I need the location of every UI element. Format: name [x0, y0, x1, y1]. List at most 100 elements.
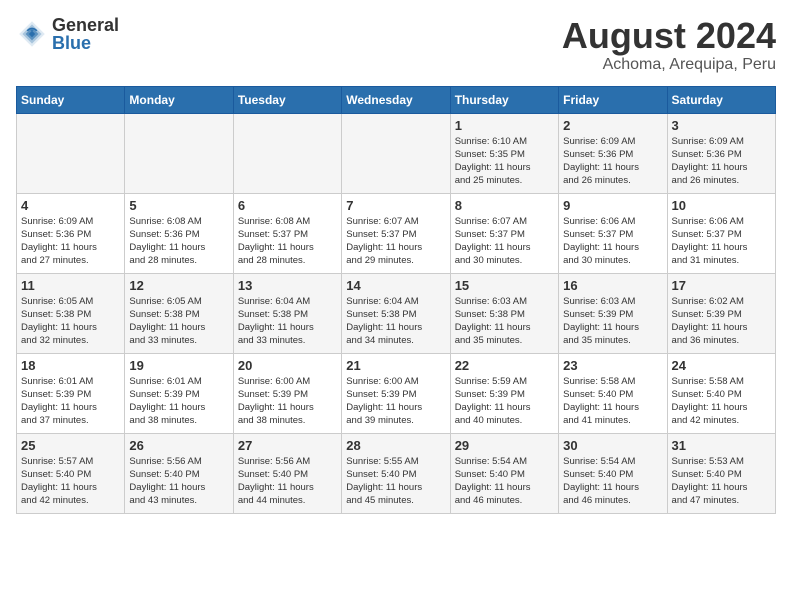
- day-info: Sunrise: 6:06 AMSunset: 5:37 PMDaylight:…: [563, 215, 662, 268]
- weekday-header-monday: Monday: [125, 86, 233, 113]
- calendar-cell: 3Sunrise: 6:09 AMSunset: 5:36 PMDaylight…: [667, 113, 775, 193]
- calendar-cell: 31 Sunrise: 5:53 AMSunset: 5:40 PMDayligh…: [667, 433, 775, 513]
- day-info: Sunrise: 5:56 AMSunset: 5:40 PMDaylight:…: [129, 455, 228, 508]
- day-info: Sunrise: 5:56 AMSunset: 5:40 PMDaylight:…: [238, 455, 337, 508]
- day-info: Sunrise: 6:05 AMSunset: 5:38 PMDaylight:…: [129, 295, 228, 348]
- day-number: 5: [129, 198, 228, 213]
- day-info: Sunrise: 6:04 AMSunset: 5:38 PMDaylight:…: [238, 295, 337, 348]
- day-number: 15: [455, 278, 554, 293]
- weekday-header-tuesday: Tuesday: [233, 86, 341, 113]
- calendar-cell: 12 Sunrise: 6:05 AMSunset: 5:38 PMDayligh…: [125, 273, 233, 353]
- calendar-cell: 9Sunrise: 6:06 AMSunset: 5:37 PMDaylight…: [559, 193, 667, 273]
- calendar-cell: 14Sunrise: 6:04 AMSunset: 5:38 PMDayligh…: [342, 273, 450, 353]
- day-number: 2: [563, 118, 662, 133]
- calendar-cell: 15 Sunrise: 6:03 AMSunset: 5:38 PMDayligh…: [450, 273, 558, 353]
- day-info: Sunrise: 6:03 AMSunset: 5:39 PMDaylight:…: [563, 295, 662, 348]
- calendar-cell: 20 Sunrise: 6:00 AMSunset: 5:39 PMDayligh…: [233, 353, 341, 433]
- logo-text: General Blue: [52, 16, 119, 52]
- weekday-header-friday: Friday: [559, 86, 667, 113]
- day-number: 28: [346, 438, 445, 453]
- calendar-cell: 2Sunrise: 6:09 AMSunset: 5:36 PMDaylight…: [559, 113, 667, 193]
- day-number: 6: [238, 198, 337, 213]
- day-number: 30: [563, 438, 662, 453]
- day-info: Sunrise: 5:54 AMSunset: 5:40 PMDaylight:…: [563, 455, 662, 508]
- calendar-cell: 5 Sunrise: 6:08 AMSunset: 5:36 PMDaylight…: [125, 193, 233, 273]
- day-number: 23: [563, 358, 662, 373]
- calendar-cell: [125, 113, 233, 193]
- day-info: Sunrise: 6:00 AMSunset: 5:39 PMDaylight:…: [238, 375, 337, 428]
- weekday-header-saturday: Saturday: [667, 86, 775, 113]
- calendar-week-row: 11Sunrise: 6:05 AMSunset: 5:38 PMDayligh…: [17, 273, 776, 353]
- calendar-cell: 21Sunrise: 6:00 AMSunset: 5:39 PMDayligh…: [342, 353, 450, 433]
- day-info: Sunrise: 6:00 AMSunset: 5:39 PMDaylight:…: [346, 375, 445, 428]
- day-number: 27: [238, 438, 337, 453]
- day-number: 26: [129, 438, 228, 453]
- day-number: 1: [455, 118, 554, 133]
- calendar-cell: 8Sunrise: 6:07 AMSunset: 5:37 PMDaylight…: [450, 193, 558, 273]
- calendar-cell: [233, 113, 341, 193]
- day-number: 12: [129, 278, 228, 293]
- day-number: 10: [672, 198, 771, 213]
- day-info: Sunrise: 5:58 AMSunset: 5:40 PMDaylight:…: [563, 375, 662, 428]
- day-info: Sunrise: 5:53 AMSunset: 5:40 PMDaylight:…: [672, 455, 771, 508]
- day-info: Sunrise: 6:03 AMSunset: 5:38 PMDaylight:…: [455, 295, 554, 348]
- day-number: 29: [455, 438, 554, 453]
- calendar-cell: 28 Sunrise: 5:55 AMSunset: 5:40 PMDayligh…: [342, 433, 450, 513]
- day-number: 19: [129, 358, 228, 373]
- day-number: 17: [672, 278, 771, 293]
- calendar-cell: [17, 113, 125, 193]
- calendar-cell: 13 Sunrise: 6:04 AMSunset: 5:38 PMDayligh…: [233, 273, 341, 353]
- day-number: 20: [238, 358, 337, 373]
- weekday-header-sunday: Sunday: [17, 86, 125, 113]
- calendar-cell: 10 Sunrise: 6:06 AMSunset: 5:37 PMDayligh…: [667, 193, 775, 273]
- day-info: Sunrise: 5:58 AMSunset: 5:40 PMDaylight:…: [672, 375, 771, 428]
- calendar-week-row: 25Sunrise: 5:57 AMSunset: 5:40 PMDayligh…: [17, 433, 776, 513]
- day-number: 25: [21, 438, 120, 453]
- calendar-table: SundayMondayTuesdayWednesdayThursdayFrid…: [16, 86, 776, 514]
- calendar-cell: 4 Sunrise: 6:09 AMSunset: 5:36 PMDaylight…: [17, 193, 125, 273]
- day-number: 4: [21, 198, 120, 213]
- day-info: Sunrise: 5:55 AMSunset: 5:40 PMDaylight:…: [346, 455, 445, 508]
- weekday-header-wednesday: Wednesday: [342, 86, 450, 113]
- day-info: Sunrise: 6:07 AMSunset: 5:37 PMDaylight:…: [346, 215, 445, 268]
- day-number: 31: [672, 438, 771, 453]
- day-info: Sunrise: 5:54 AMSunset: 5:40 PMDaylight:…: [455, 455, 554, 508]
- calendar-cell: 1 Sunrise: 6:10 AMSunset: 5:35 PMDaylight…: [450, 113, 558, 193]
- day-info: Sunrise: 6:01 AMSunset: 5:39 PMDaylight:…: [21, 375, 120, 428]
- calendar-cell: 29 Sunrise: 5:54 AMSunset: 5:40 PMDayligh…: [450, 433, 558, 513]
- day-info: Sunrise: 6:08 AMSunset: 5:37 PMDaylight:…: [238, 215, 337, 268]
- day-number: 7: [346, 198, 445, 213]
- logo-blue: Blue: [52, 34, 119, 52]
- day-info: Sunrise: 6:09 AMSunset: 5:36 PMDaylight:…: [672, 135, 771, 188]
- calendar-week-row: 1 Sunrise: 6:10 AMSunset: 5:35 PMDaylight…: [17, 113, 776, 193]
- calendar-cell: 11Sunrise: 6:05 AMSunset: 5:38 PMDayligh…: [17, 273, 125, 353]
- day-number: 13: [238, 278, 337, 293]
- weekday-header-row: SundayMondayTuesdayWednesdayThursdayFrid…: [17, 86, 776, 113]
- day-info: Sunrise: 6:07 AMSunset: 5:37 PMDaylight:…: [455, 215, 554, 268]
- day-info: Sunrise: 6:09 AMSunset: 5:36 PMDaylight:…: [21, 215, 120, 268]
- weekday-header-thursday: Thursday: [450, 86, 558, 113]
- calendar-cell: 19 Sunrise: 6:01 AMSunset: 5:39 PMDayligh…: [125, 353, 233, 433]
- calendar-cell: 25Sunrise: 5:57 AMSunset: 5:40 PMDayligh…: [17, 433, 125, 513]
- title-block: August 2024 Achoma, Arequipa, Peru: [562, 16, 776, 74]
- page-header: General Blue August 2024 Achoma, Arequip…: [16, 16, 776, 74]
- day-info: Sunrise: 6:08 AMSunset: 5:36 PMDaylight:…: [129, 215, 228, 268]
- calendar-cell: 30 Sunrise: 5:54 AMSunset: 5:40 PMDayligh…: [559, 433, 667, 513]
- day-info: Sunrise: 6:10 AMSunset: 5:35 PMDaylight:…: [455, 135, 554, 188]
- day-info: Sunrise: 6:02 AMSunset: 5:39 PMDaylight:…: [672, 295, 771, 348]
- calendar-cell: 7 Sunrise: 6:07 AMSunset: 5:37 PMDaylight…: [342, 193, 450, 273]
- page-subtitle: Achoma, Arequipa, Peru: [562, 56, 776, 74]
- calendar-cell: 18Sunrise: 6:01 AMSunset: 5:39 PMDayligh…: [17, 353, 125, 433]
- day-info: Sunrise: 6:05 AMSunset: 5:38 PMDaylight:…: [21, 295, 120, 348]
- logo: General Blue: [16, 16, 119, 52]
- calendar-cell: 26 Sunrise: 5:56 AMSunset: 5:40 PMDayligh…: [125, 433, 233, 513]
- calendar-cell: 24Sunrise: 5:58 AMSunset: 5:40 PMDayligh…: [667, 353, 775, 433]
- day-info: Sunrise: 6:06 AMSunset: 5:37 PMDaylight:…: [672, 215, 771, 268]
- calendar-week-row: 18Sunrise: 6:01 AMSunset: 5:39 PMDayligh…: [17, 353, 776, 433]
- logo-icon: [16, 18, 48, 50]
- calendar-cell: 22Sunrise: 5:59 AMSunset: 5:39 PMDayligh…: [450, 353, 558, 433]
- day-info: Sunrise: 6:01 AMSunset: 5:39 PMDaylight:…: [129, 375, 228, 428]
- logo-general: General: [52, 16, 119, 34]
- calendar-cell: [342, 113, 450, 193]
- calendar-cell: 16Sunrise: 6:03 AMSunset: 5:39 PMDayligh…: [559, 273, 667, 353]
